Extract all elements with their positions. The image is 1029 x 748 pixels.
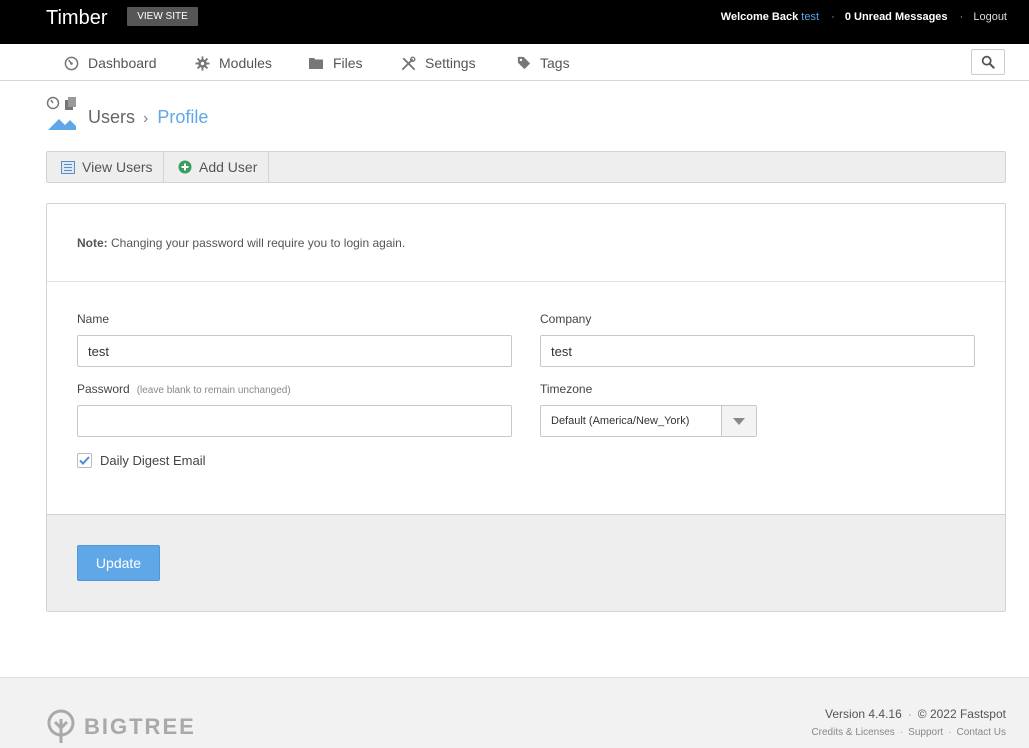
tree-logo-icon <box>47 709 75 743</box>
breadcrumb: Users › Profile <box>88 106 208 130</box>
folder-icon <box>309 58 323 69</box>
nav-label: Settings <box>425 55 476 71</box>
separator-dot: · <box>959 11 964 23</box>
chevron-down-icon <box>733 417 745 425</box>
unread-messages-link[interactable]: 0 Unread Messages <box>845 11 948 23</box>
password-label: Password (leave blank to remain unchanged… <box>77 382 291 396</box>
timezone-label: Timezone <box>540 382 593 396</box>
nav-item-dashboard[interactable]: Dashboard <box>64 53 157 73</box>
password-note: Note: Changing your password will requir… <box>77 236 406 250</box>
add-user-button[interactable]: Add User <box>164 152 269 182</box>
nav-item-settings[interactable]: Settings <box>401 53 476 73</box>
view-site-button[interactable]: VIEW SITE <box>127 7 198 26</box>
form-actions: Update <box>47 514 1005 611</box>
welcome-text: Welcome Back <box>720 11 799 23</box>
logout-link[interactable]: Logout <box>973 11 1007 23</box>
tools-icon <box>401 56 416 70</box>
separator-dot: · <box>831 11 835 23</box>
checkmark-icon <box>79 456 90 465</box>
profile-form: Note: Changing your password will requir… <box>46 203 1006 612</box>
credits-link[interactable]: Credits & Licenses <box>811 727 894 738</box>
page-footer: BIGTREE Version 4.4.16 · © 2022 Fastspot C… <box>0 677 1029 748</box>
breadcrumb-separator: › <box>143 110 149 127</box>
password-hint: (leave blank to remain unchanged) <box>136 385 291 396</box>
users-page-icon <box>46 96 78 132</box>
gear-icon <box>195 55 210 71</box>
company-label: Company <box>540 312 592 326</box>
daily-digest-label[interactable]: Daily Digest Email <box>100 453 205 468</box>
main-nav: Dashboard Modules Files Settings Tags <box>0 44 1029 81</box>
nav-label: Files <box>333 55 363 71</box>
support-link[interactable]: Support <box>908 727 943 738</box>
search-button[interactable] <box>971 49 1005 75</box>
name-input[interactable] <box>77 335 512 367</box>
dropdown-arrow[interactable] <box>721 406 756 436</box>
section-divider <box>47 281 1005 282</box>
list-icon <box>61 160 75 174</box>
plus-circle-icon <box>178 160 192 174</box>
site-title[interactable]: Timber <box>46 6 107 30</box>
company-input[interactable] <box>540 335 975 367</box>
logo-text: BIGTREE <box>84 713 196 739</box>
password-input[interactable] <box>77 405 512 437</box>
nav-label: Modules <box>219 55 272 71</box>
nav-item-modules[interactable]: Modules <box>195 53 272 73</box>
search-icon <box>981 55 995 69</box>
sub-navigation: View Users Add User <box>46 151 1006 183</box>
username-link[interactable]: test <box>801 11 819 23</box>
nav-label: Dashboard <box>88 55 157 71</box>
copyright-text: © 2022 Fastspot <box>917 707 1006 721</box>
daily-digest-checkbox[interactable] <box>77 453 92 468</box>
tag-icon <box>517 56 531 70</box>
top-bar: Timber VIEW SITE Welcome Back test · 0 U… <box>0 0 1029 44</box>
timezone-select[interactable]: Default (America/New_York) <box>540 405 757 437</box>
breadcrumb-users-link[interactable]: Users <box>88 107 135 127</box>
view-users-button[interactable]: View Users <box>47 152 164 182</box>
timezone-value: Default (America/New_York) <box>551 415 690 427</box>
breadcrumb-current: Profile <box>157 107 209 127</box>
name-label: Name <box>77 312 110 326</box>
nav-item-files[interactable]: Files <box>308 53 363 73</box>
user-menu: Welcome Back test · 0 Unread Messages · … <box>721 10 1007 24</box>
bigtree-logo[interactable]: BIGTREE <box>46 709 196 744</box>
add-user-label: Add User <box>199 159 258 175</box>
version-text: Version 4.4.16 <box>825 707 902 721</box>
nav-label: Tags <box>540 55 570 71</box>
version-info: Version 4.4.16 · © 2022 Fastspot <box>825 707 1006 721</box>
contact-link[interactable]: Contact Us <box>957 727 1006 738</box>
view-users-label: View Users <box>82 159 153 175</box>
dashboard-icon <box>64 56 79 70</box>
footer-links: Credits & Licenses · Support · Contact Us <box>811 727 1006 738</box>
nav-item-tags[interactable]: Tags <box>517 53 570 73</box>
update-button[interactable]: Update <box>77 545 160 581</box>
